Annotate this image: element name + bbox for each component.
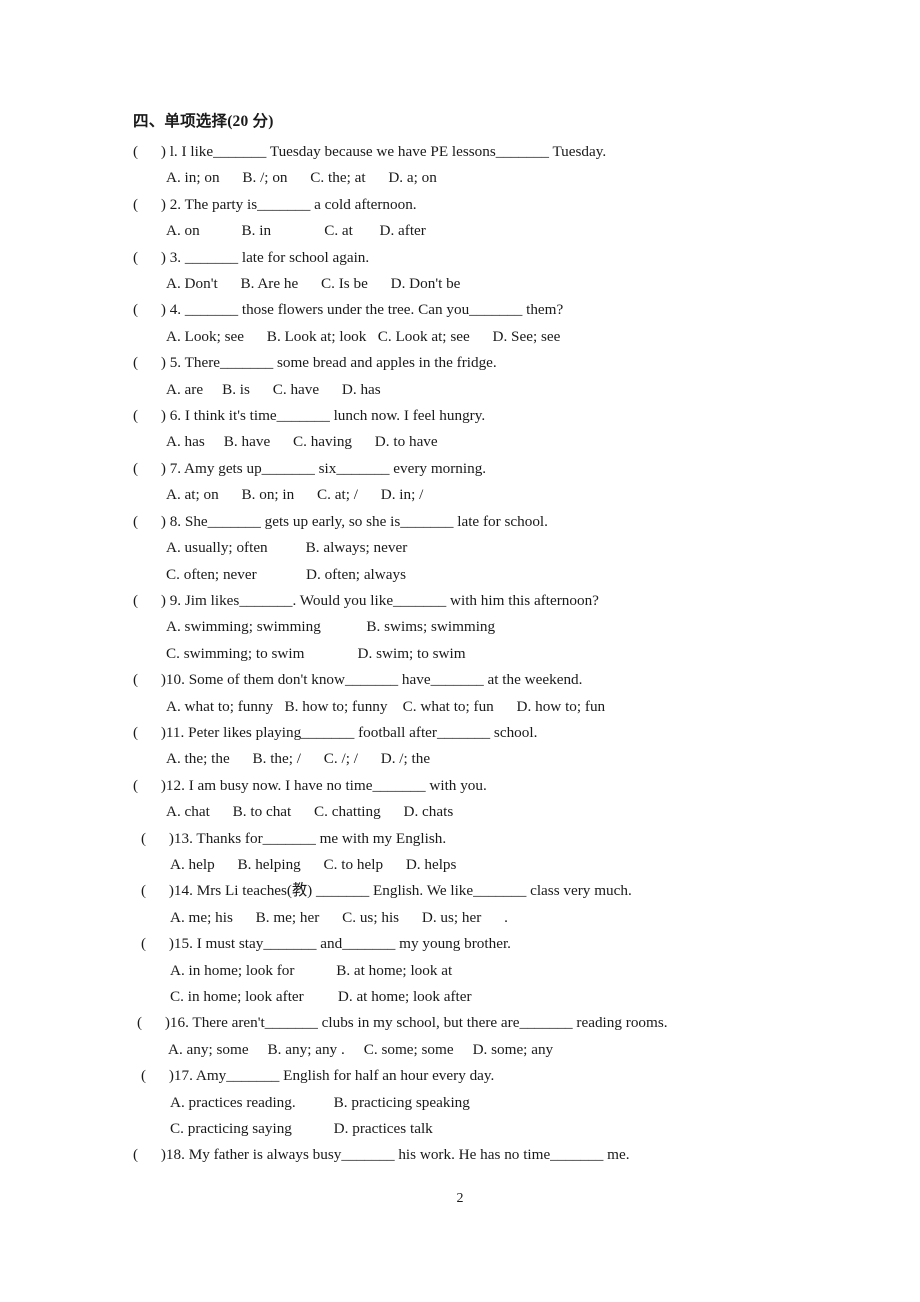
option-line[interactable]: A. in home; look for B. at home; look at bbox=[133, 958, 793, 984]
option-line[interactable]: A. practices reading. B. practicing spea… bbox=[133, 1090, 793, 1116]
question-list: ( ) l. I like_______ Tuesday because we … bbox=[133, 139, 793, 1169]
answer-bracket[interactable]: ( ) 8. bbox=[133, 513, 181, 530]
question-13: ( )13. Thanks for_______ me with my Engl… bbox=[133, 826, 793, 879]
question-1: ( ) l. I like_______ Tuesday because we … bbox=[133, 139, 793, 192]
question-stem: ( ) 8. She_______ gets up early, so she … bbox=[133, 509, 793, 535]
option-line[interactable]: A. help B. helping C. to help D. helps bbox=[133, 852, 793, 878]
answer-bracket[interactable]: ( )11. bbox=[133, 724, 184, 741]
question-stem: ( ) 5. There_______ some bread and apple… bbox=[133, 350, 793, 376]
option-line[interactable]: A. are B. is C. have D. has bbox=[133, 377, 793, 403]
question-stem: ( ) 4. _______ those flowers under the t… bbox=[133, 297, 793, 323]
question-text: Thanks for_______ me with my English. bbox=[192, 829, 447, 847]
answer-bracket[interactable]: ( )17. bbox=[141, 1067, 193, 1084]
option-line[interactable]: A. swimming; swimming B. swims; swimming bbox=[133, 614, 793, 640]
question-14: ( )14. Mrs Li teaches(教) _______ English… bbox=[133, 878, 793, 931]
question-stem: ( ) 6. I think it's time_______ lunch no… bbox=[133, 403, 793, 429]
exam-content: 四、单项选择(20 分) ( ) l. I like_______ Tuesda… bbox=[133, 112, 793, 1169]
question-stem: ( ) 2. The party is_______ a cold aftern… bbox=[133, 192, 793, 218]
question-stem: ( )17. Amy_______ English for half an ho… bbox=[133, 1063, 793, 1089]
question-stem: ( )12. I am busy now. I have no time____… bbox=[133, 773, 793, 799]
question-text: _______ late for school again. bbox=[181, 248, 370, 266]
answer-bracket[interactable]: ( )18. bbox=[133, 1146, 185, 1163]
answer-bracket[interactable]: ( ) 5. bbox=[133, 354, 181, 371]
answer-bracket[interactable]: ( ) 6. bbox=[133, 407, 181, 424]
answer-bracket[interactable]: ( )12. bbox=[133, 777, 185, 794]
option-line[interactable]: A. Don't B. Are he C. Is be D. Don't be bbox=[133, 271, 793, 297]
option-line[interactable]: A. Look; see B. Look at; look C. Look at… bbox=[133, 324, 793, 350]
question-text: I must stay_______ and_______ my young b… bbox=[192, 935, 511, 953]
section-heading: 四、单项选择(20 分) bbox=[133, 113, 274, 130]
question-stem: ( ) 7. Amy gets up_______ six_______ eve… bbox=[133, 456, 793, 482]
option-line[interactable]: A. what to; funny B. how to; funny C. wh… bbox=[133, 694, 793, 720]
option-line[interactable]: A. chat B. to chat C. chatting D. chats bbox=[133, 799, 793, 825]
question-text: There aren't_______ clubs in my school, … bbox=[188, 1014, 668, 1032]
exam-page: 四、单项选择(20 分) ( ) l. I like_______ Tuesda… bbox=[0, 0, 920, 1302]
answer-bracket[interactable]: ( ) 7. bbox=[133, 460, 181, 477]
question-text: My father is always busy_______ his work… bbox=[184, 1146, 630, 1164]
answer-bracket[interactable]: ( )13. bbox=[141, 830, 193, 847]
question-text: _______ those flowers under the tree. Ca… bbox=[181, 301, 564, 319]
answer-bracket[interactable]: ( )16. bbox=[137, 1014, 189, 1031]
question-15: ( )15. I must stay_______ and_______ my … bbox=[133, 931, 793, 1010]
question-text: The party is_______ a cold afternoon. bbox=[181, 195, 417, 213]
question-text: I am busy now. I have no time_______ wit… bbox=[184, 776, 487, 794]
question-text: I think it's time_______ lunch now. I fe… bbox=[181, 407, 486, 425]
option-line[interactable]: C. often; never D. often; always bbox=[133, 562, 793, 588]
question-stem: ( ) l. I like_______ Tuesday because we … bbox=[133, 139, 793, 165]
question-17: ( )17. Amy_______ English for half an ho… bbox=[133, 1063, 793, 1142]
option-line[interactable]: A. has B. have C. having D. to have bbox=[133, 429, 793, 455]
question-11: ( )11. Peter likes playing_______ footba… bbox=[133, 720, 793, 773]
question-text: Some of them don't know_______ have_____… bbox=[184, 671, 583, 689]
option-line[interactable]: C. in home; look after D. at home; look … bbox=[133, 984, 793, 1010]
question-stem: ( ) 9. Jim likes_______. Would you like_… bbox=[133, 588, 793, 614]
option-line[interactable]: A. the; the B. the; / C. /; / D. /; the bbox=[133, 746, 793, 772]
option-line[interactable]: A. usually; often B. always; never bbox=[133, 535, 793, 561]
question-text: I like_______ Tuesday because we have PE… bbox=[177, 143, 607, 160]
question-stem: ( )18. My father is always busy_______ h… bbox=[133, 1142, 793, 1168]
option-line[interactable]: A. any; some B. any; any . C. some; some… bbox=[133, 1037, 793, 1063]
question-8: ( ) 8. She_______ gets up early, so she … bbox=[133, 509, 793, 588]
question-text: Jim likes_______. Would you like_______ … bbox=[181, 591, 599, 609]
question-2: ( ) 2. The party is_______ a cold aftern… bbox=[133, 192, 793, 245]
question-text: Mrs Li teaches(教) _______ English. We li… bbox=[192, 882, 632, 900]
question-6: ( ) 6. I think it's time_______ lunch no… bbox=[133, 403, 793, 456]
question-text: Peter likes playing_______ football afte… bbox=[184, 723, 538, 741]
question-stem: ( )14. Mrs Li teaches(教) _______ English… bbox=[133, 878, 793, 904]
option-line[interactable]: C. swimming; to swim D. swim; to swim bbox=[133, 641, 793, 667]
question-10: ( )10. Some of them don't know_______ ha… bbox=[133, 667, 793, 720]
question-18: ( )18. My father is always busy_______ h… bbox=[133, 1142, 793, 1168]
question-16: ( )16. There aren't_______ clubs in my s… bbox=[133, 1010, 793, 1063]
option-line[interactable]: A. at; on B. on; in C. at; / D. in; / bbox=[133, 482, 793, 508]
question-text: Amy_______ English for half an hour ever… bbox=[192, 1067, 495, 1085]
question-5: ( ) 5. There_______ some bread and apple… bbox=[133, 350, 793, 403]
option-line[interactable]: C. practicing saying D. practices talk bbox=[133, 1116, 793, 1142]
answer-bracket[interactable]: ( ) 3. bbox=[133, 249, 181, 266]
question-4: ( ) 4. _______ those flowers under the t… bbox=[133, 297, 793, 350]
question-stem: ( )13. Thanks for_______ me with my Engl… bbox=[133, 826, 793, 852]
question-text: Amy gets up_______ six_______ every morn… bbox=[181, 459, 487, 477]
option-line[interactable]: A. on B. in C. at D. after bbox=[133, 218, 793, 244]
answer-bracket[interactable]: ( )10. bbox=[133, 671, 185, 688]
answer-bracket[interactable]: ( ) 9. bbox=[133, 592, 181, 609]
question-stem: ( )10. Some of them don't know_______ ha… bbox=[133, 667, 793, 693]
question-9: ( ) 9. Jim likes_______. Would you like_… bbox=[133, 588, 793, 667]
question-text: There_______ some bread and apples in th… bbox=[181, 354, 497, 372]
answer-bracket[interactable]: ( )15. bbox=[141, 935, 193, 952]
option-line[interactable]: A. in; on B. /; on C. the; at D. a; on bbox=[133, 165, 793, 191]
question-stem: ( )11. Peter likes playing_______ footba… bbox=[133, 720, 793, 746]
question-12: ( )12. I am busy now. I have no time____… bbox=[133, 773, 793, 826]
question-7: ( ) 7. Amy gets up_______ six_______ eve… bbox=[133, 456, 793, 509]
question-text: She_______ gets up early, so she is_____… bbox=[181, 512, 548, 530]
question-stem: ( ) 3. _______ late for school again. bbox=[133, 245, 793, 271]
answer-bracket[interactable]: ( ) l. bbox=[133, 143, 178, 160]
answer-bracket[interactable]: ( ) 4. bbox=[133, 301, 181, 318]
question-3: ( ) 3. _______ late for school again. A. … bbox=[133, 245, 793, 298]
question-stem: ( )16. There aren't_______ clubs in my s… bbox=[133, 1010, 793, 1036]
page-number: 2 bbox=[456, 1191, 464, 1206]
answer-bracket[interactable]: ( )14. bbox=[141, 882, 193, 899]
answer-bracket[interactable]: ( ) 2. bbox=[133, 196, 181, 213]
question-stem: ( )15. I must stay_______ and_______ my … bbox=[133, 931, 793, 957]
option-line[interactable]: A. me; his B. me; her C. us; his D. us; … bbox=[133, 905, 793, 931]
